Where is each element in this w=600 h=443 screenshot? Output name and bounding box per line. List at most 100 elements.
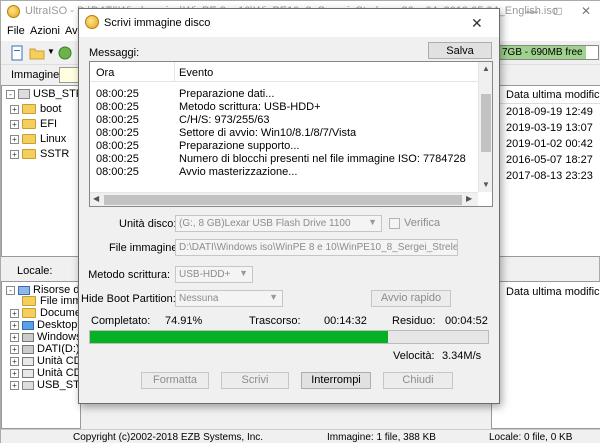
log-header: Ora Evento xyxy=(90,62,480,82)
verify-label: Verifica xyxy=(404,217,441,229)
column-header-time[interactable]: Ora xyxy=(96,67,114,79)
tree-item-linux[interactable]: + Linux xyxy=(10,133,66,148)
write-disk-image-dialog: Scrivi immagine disco ✕ Messaggi: Salva … xyxy=(78,8,500,404)
horizontal-scrollbar[interactable]: ◀ ▶ xyxy=(90,192,478,206)
chevron-down-icon[interactable]: ▼ xyxy=(47,47,55,56)
local-file-list: Data ultima modifica xyxy=(491,281,600,429)
image-file-label: File immagine: xyxy=(109,242,181,254)
close-icon[interactable]: ✕ xyxy=(471,15,483,32)
menu-av[interactable]: Av xyxy=(65,25,78,37)
usb-drive-icon xyxy=(22,380,34,390)
messages-label: Messaggi: xyxy=(89,47,140,59)
vertical-scrollbar[interactable]: ▲ ▼ xyxy=(478,62,492,192)
expand-icon[interactable]: + xyxy=(10,368,19,378)
remaining-label: Residuo: xyxy=(392,315,436,327)
quick-start-button[interactable]: Avvio rapido xyxy=(371,290,451,307)
disk-drive-value: (G:, 8 GB)Lexar USB Flash Drive 1100 xyxy=(179,218,351,229)
local-tree-pane: - Risorse del cor File immagin + Documen +… xyxy=(1,281,106,429)
write-button[interactable]: Scrivi xyxy=(221,372,289,389)
maximize-icon[interactable]: □ xyxy=(547,3,569,19)
column-header-date[interactable]: Data ultima modifica xyxy=(492,86,600,104)
log-time: 08:00:25 xyxy=(96,101,139,113)
log-time: 08:00:25 xyxy=(96,140,139,152)
scroll-down-icon[interactable]: ▼ xyxy=(482,180,490,189)
elapsed-label: Trascorso: xyxy=(249,315,301,327)
chevron-down-icon: ▼ xyxy=(368,217,377,227)
column-header-event[interactable]: Evento xyxy=(179,67,213,79)
scroll-right-icon[interactable]: ▶ xyxy=(466,194,472,203)
tree-label: SSTR xyxy=(40,148,70,160)
log-time: 08:00:25 xyxy=(96,127,139,139)
image-file-field[interactable]: D:\DATI\Windows iso\WinPE 8 e 10\WinPE10… xyxy=(175,239,458,256)
folder-icon xyxy=(22,149,36,160)
extract-icon[interactable] xyxy=(57,45,73,61)
collapse-icon[interactable]: - xyxy=(6,285,15,295)
image-type-box[interactable] xyxy=(59,67,79,83)
iso-file-list: Data ultima modifica 2018-09-19 12:49 20… xyxy=(491,85,600,257)
tree-item-boot[interactable]: + boot xyxy=(10,103,61,118)
column-header-label: Data ultima modifica xyxy=(506,89,600,101)
minimize-icon[interactable]: — xyxy=(521,3,543,19)
write-method-value: USB-HDD+ xyxy=(179,269,231,280)
cd-drive-icon xyxy=(22,368,34,378)
folder-icon xyxy=(22,296,36,307)
image-label: Immagine: xyxy=(11,69,63,81)
write-progress-bar xyxy=(89,330,489,344)
column-divider xyxy=(174,62,175,82)
elapsed-value: 00:14:32 xyxy=(324,315,367,327)
log-event: Preparazione dati... xyxy=(179,88,275,100)
disk-drive-select[interactable]: (G:, 8 GB)Lexar USB Flash Drive 1100 ▼ xyxy=(175,215,382,232)
log-event: Settore di avvio: Win10/8.1/8/7/Vista xyxy=(179,127,357,139)
scroll-left-icon[interactable]: ◀ xyxy=(93,194,99,203)
close-button[interactable]: Chiudi xyxy=(383,372,453,389)
expand-icon[interactable]: + xyxy=(10,380,19,390)
tree-item-efi[interactable]: + EFI xyxy=(10,118,57,133)
tree-label: boot xyxy=(40,103,62,115)
file-date: 2019-03-19 13:07 xyxy=(506,122,593,134)
hide-boot-select[interactable]: Nessuna ▼ xyxy=(175,290,283,307)
scroll-thumb[interactable] xyxy=(104,195,462,205)
tree-label: Linux xyxy=(40,133,67,145)
expand-icon[interactable]: + xyxy=(10,308,19,318)
scroll-thumb[interactable] xyxy=(481,94,491,152)
collapse-icon[interactable]: - xyxy=(6,89,15,99)
expand-icon[interactable]: + xyxy=(10,119,19,129)
dialog-title-bar: Scrivi immagine disco ✕ xyxy=(79,9,499,37)
expand-icon[interactable]: + xyxy=(10,320,19,330)
menu-file[interactable]: File xyxy=(7,25,25,37)
speed-label: Velocità: xyxy=(393,350,435,362)
disk-size-label: 7GB - 690MB free xyxy=(502,47,583,58)
write-progress-fill xyxy=(90,331,389,343)
expand-icon[interactable]: + xyxy=(10,356,19,366)
expand-icon[interactable]: + xyxy=(10,104,19,114)
new-file-icon[interactable] xyxy=(9,45,25,61)
expand-icon[interactable]: + xyxy=(10,332,19,342)
tree-label: Desktop xyxy=(37,319,78,331)
dialog-title: Scrivi immagine disco xyxy=(104,17,211,29)
chevron-down-icon: ▼ xyxy=(269,292,278,302)
menu-azioni[interactable]: Azioni xyxy=(30,25,60,37)
chevron-down-icon: ▼ xyxy=(239,268,248,278)
log-event: C/H/S: 973/255/63 xyxy=(179,114,270,126)
expand-icon[interactable]: + xyxy=(10,134,19,144)
abort-button[interactable]: Interrompi xyxy=(301,372,371,389)
column-header-date[interactable]: Data ultima modifica xyxy=(506,286,600,298)
expand-icon[interactable]: + xyxy=(10,344,19,354)
scroll-up-icon[interactable]: ▲ xyxy=(482,64,490,73)
tree-item-sstr[interactable]: + SSTR xyxy=(10,148,69,163)
log-event: Metodo scrittura: USB-HDD+ xyxy=(179,101,321,113)
hard-drive-icon xyxy=(22,344,34,354)
verify-checkbox[interactable] xyxy=(389,218,400,229)
format-button[interactable]: Formatta xyxy=(141,372,209,389)
open-folder-icon[interactable] xyxy=(29,45,45,61)
close-icon[interactable]: ✕ xyxy=(575,3,597,19)
save-button[interactable]: Salva xyxy=(428,42,492,59)
ultraiso-logo-icon xyxy=(85,15,99,29)
write-method-select[interactable]: USB-HDD+ ▼ xyxy=(175,266,253,283)
log-event: Preparazione supporto... xyxy=(179,140,300,152)
expand-icon[interactable]: + xyxy=(10,149,19,159)
completed-value: 74.91% xyxy=(165,315,203,327)
file-date: 2016-05-07 18:27 xyxy=(506,154,593,166)
local-label: Locale: xyxy=(17,265,53,277)
cd-drive-icon xyxy=(22,356,34,366)
